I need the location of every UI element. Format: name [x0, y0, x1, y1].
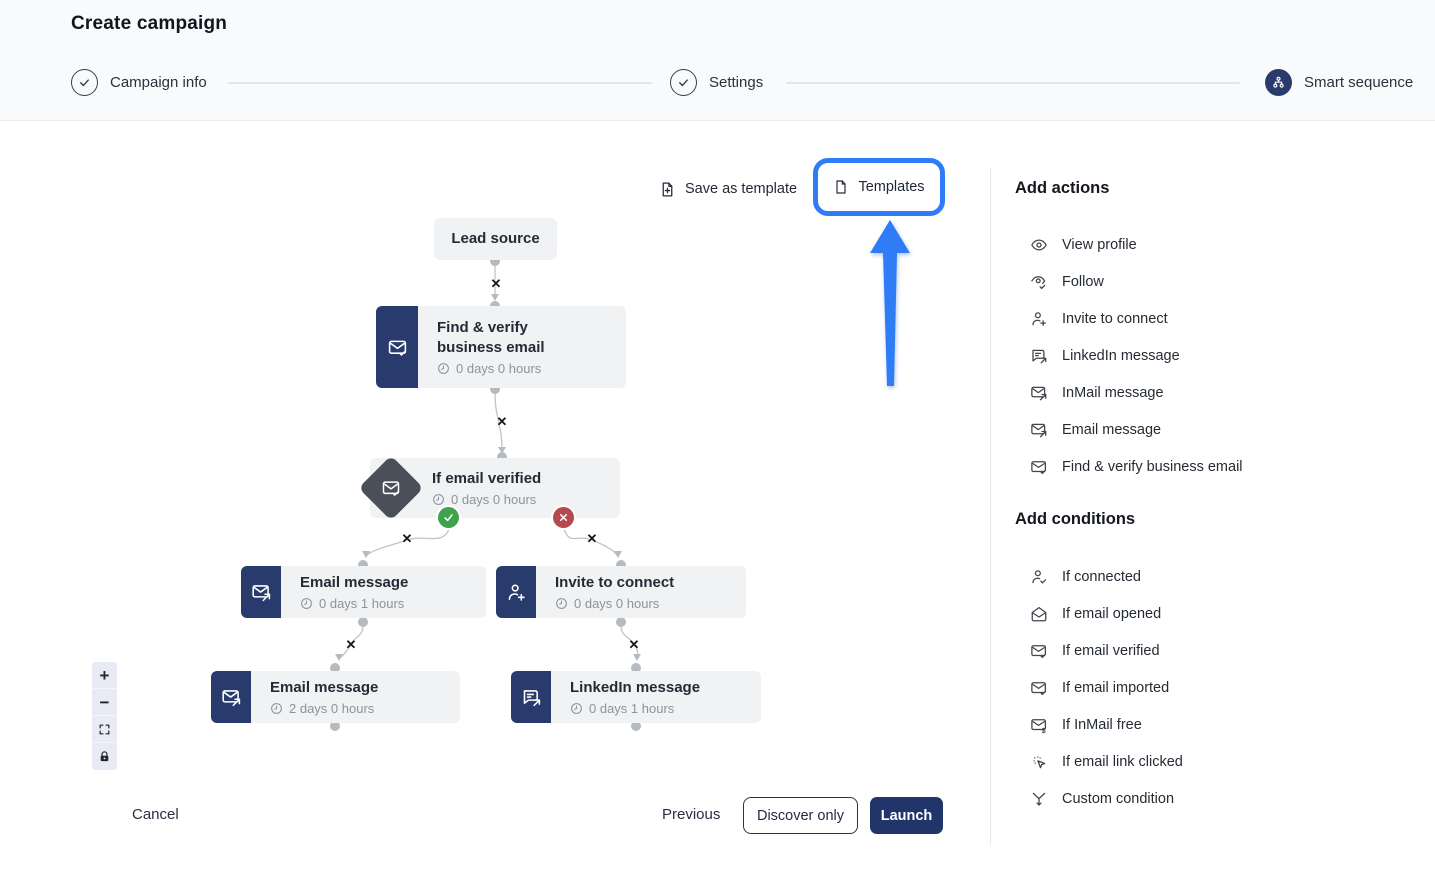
file-plus-icon: [659, 181, 676, 198]
email-send-icon: [1030, 421, 1048, 439]
discover-only-button[interactable]: Discover only: [743, 797, 858, 834]
email-send-icon: [1030, 384, 1048, 402]
connector-port[interactable]: [616, 617, 626, 627]
clock-icon: [437, 362, 450, 375]
connector-port[interactable]: [358, 617, 368, 627]
email-check-icon: [1030, 679, 1048, 697]
templates-button[interactable]: Templates: [833, 179, 924, 195]
chat-send-icon: [511, 671, 551, 723]
lock-button[interactable]: [92, 743, 117, 770]
clock-icon: [270, 702, 283, 715]
person-check-icon: [1030, 568, 1048, 586]
header: Create campaign Campaign info Settings S…: [0, 0, 1435, 121]
node-find-verify-email[interactable]: Find & verify business email 0 days 0 ho…: [376, 306, 626, 388]
action-invite-to-connect[interactable]: Invite to connect: [1030, 300, 1243, 337]
step-label: Smart sequence: [1304, 74, 1413, 91]
condition-if-inmail-free[interactable]: $ If InMail free: [1030, 706, 1183, 743]
remove-connector-icon[interactable]: ✕: [584, 531, 600, 547]
person-add-icon: [496, 566, 536, 618]
node-linkedin-message[interactable]: LinkedIn message 0 days 1 hours: [511, 671, 761, 723]
clock-icon: [300, 597, 313, 610]
email-dollar-icon: $: [1030, 716, 1048, 734]
zoom-in-button[interactable]: +: [92, 662, 117, 689]
canvas-zoom-controls: + −: [92, 662, 117, 770]
action-view-profile[interactable]: View profile: [1030, 226, 1243, 263]
remove-connector-icon[interactable]: ✕: [399, 531, 415, 547]
save-as-template-button[interactable]: Save as template: [659, 175, 797, 203]
email-check-icon: [1030, 458, 1048, 476]
condition-no-badge: [553, 507, 574, 528]
remove-connector-icon[interactable]: ✕: [488, 276, 504, 292]
node-email-message-2[interactable]: Email message 2 days 0 hours: [211, 671, 460, 723]
cursor-click-icon: [1030, 753, 1048, 771]
remove-connector-icon[interactable]: ✕: [343, 637, 359, 653]
clock-icon: [432, 493, 445, 506]
annotation-arrow-up-icon: [859, 219, 923, 387]
remove-connector-icon[interactable]: ✕: [626, 637, 642, 653]
fit-view-button[interactable]: [92, 716, 117, 743]
condition-custom[interactable]: Custom condition: [1030, 780, 1183, 817]
file-icon: [833, 179, 849, 195]
launch-button[interactable]: Launch: [870, 797, 943, 834]
zoom-out-button[interactable]: −: [92, 689, 117, 716]
step-settings[interactable]: Settings: [670, 69, 763, 96]
clock-icon: [570, 702, 583, 715]
condition-if-connected[interactable]: If connected: [1030, 558, 1183, 595]
person-add-icon: [1030, 310, 1048, 328]
sidebar-divider: [990, 168, 991, 845]
create-campaign-page: Create campaign Campaign info Settings S…: [0, 0, 1435, 886]
email-send-icon: [241, 566, 281, 618]
node-lead-source[interactable]: Lead source: [434, 218, 557, 260]
merge-arrow-icon: [1030, 790, 1048, 808]
chat-send-icon: [1030, 347, 1048, 365]
add-conditions-heading: Add conditions: [1015, 510, 1135, 529]
page-title: Create campaign: [71, 13, 227, 35]
condition-if-email-opened[interactable]: If email opened: [1030, 595, 1183, 632]
eye-icon: [1030, 236, 1048, 254]
email-check-icon: [376, 306, 418, 388]
lock-icon: [98, 750, 111, 763]
condition-if-email-verified[interactable]: If email verified: [1030, 632, 1183, 669]
add-actions-heading: Add actions: [1015, 179, 1109, 198]
action-email-message[interactable]: Email message: [1030, 411, 1243, 448]
step-connector-line: [786, 82, 1240, 84]
svg-text:$: $: [1042, 726, 1046, 733]
eye-check-icon: [1030, 273, 1048, 291]
action-follow[interactable]: Follow: [1030, 263, 1243, 300]
minus-icon: −: [100, 694, 110, 711]
fullscreen-icon: [98, 723, 111, 736]
flow-connectors: [0, 0, 990, 886]
step-campaign-info[interactable]: Campaign info: [71, 69, 207, 96]
step-connector-line: [228, 82, 652, 84]
step-smart-sequence[interactable]: Smart sequence: [1265, 69, 1413, 96]
sequence-hierarchy-icon: [1265, 69, 1292, 96]
remove-connector-icon[interactable]: ✕: [494, 414, 510, 430]
condition-if-email-link-clicked[interactable]: If email link clicked: [1030, 743, 1183, 780]
plus-icon: +: [100, 667, 110, 684]
node-email-message-1[interactable]: Email message 0 days 1 hours: [241, 566, 486, 618]
action-linkedin-message[interactable]: LinkedIn message: [1030, 337, 1243, 374]
actions-list: View profile Follow Invite to connect Li…: [1030, 226, 1243, 485]
action-inmail-message[interactable]: InMail message: [1030, 374, 1243, 411]
check-circle-icon: [71, 69, 98, 96]
condition-if-email-imported[interactable]: If email imported: [1030, 669, 1183, 706]
previous-button[interactable]: Previous: [662, 806, 720, 823]
clock-icon: [555, 597, 568, 610]
email-send-icon: [211, 671, 251, 723]
email-open-icon: [1030, 605, 1048, 623]
email-check-icon: [1030, 642, 1048, 660]
condition-yes-badge: [438, 507, 459, 528]
step-label: Settings: [709, 74, 763, 91]
annotation-highlight-box: Templates: [813, 158, 945, 216]
step-label: Campaign info: [110, 74, 207, 91]
check-circle-icon: [670, 69, 697, 96]
conditions-list: If connected If email opened If email ve…: [1030, 558, 1183, 817]
action-find-verify-email[interactable]: Find & verify business email: [1030, 448, 1243, 485]
cancel-button[interactable]: Cancel: [132, 806, 179, 823]
node-invite-to-connect[interactable]: Invite to connect 0 days 0 hours: [496, 566, 746, 618]
